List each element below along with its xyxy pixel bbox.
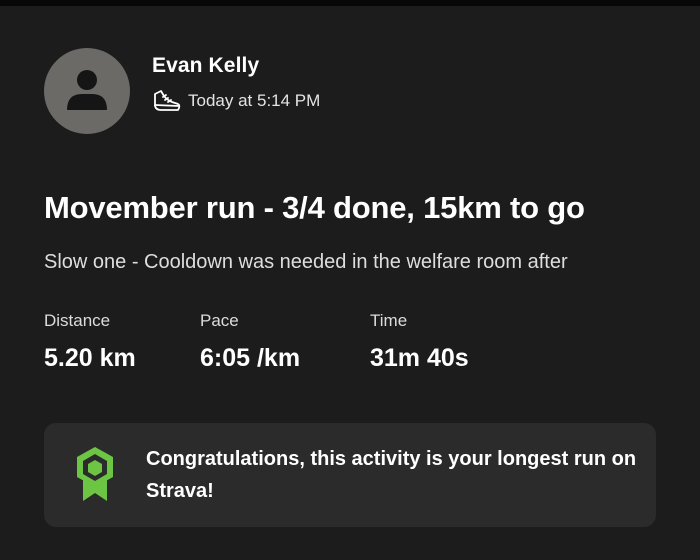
timestamp-row: Today at 5:14 PM	[152, 88, 320, 114]
achievement-text: Congratulations, this activity is your l…	[146, 448, 637, 502]
achievement-banner[interactable]: Congratulations, this activity is your l…	[44, 423, 656, 527]
running-shoe-icon	[152, 88, 182, 114]
stat-value: 5.20 km	[44, 344, 136, 372]
activity-header: Evan Kelly Today at 5:14 PM	[44, 48, 320, 134]
avatar[interactable]	[44, 48, 130, 134]
activity-meta: Evan Kelly Today at 5:14 PM	[152, 52, 320, 114]
activity-title[interactable]: Movember run - 3/4 done, 15km to go	[44, 186, 585, 230]
stat-distance: Distance 5.20 km	[44, 310, 200, 374]
stat-time: Time 31m 40s	[370, 310, 510, 374]
stat-label: Distance	[44, 311, 111, 330]
stat-pace: Pace 6:05 /km	[200, 310, 370, 374]
activity-description: Slow one - Cooldown was needed in the we…	[44, 251, 568, 273]
activity-card: Evan Kelly Today at 5:14 PM Movember run…	[0, 0, 700, 560]
stat-label: Pace	[200, 311, 239, 330]
activity-timestamp: Today at 5:14 PM	[188, 91, 321, 110]
athlete-name[interactable]: Evan Kelly	[152, 52, 320, 80]
user-icon	[67, 70, 107, 110]
activity-stats: Distance 5.20 km Pace 6:05 /km Time 31m …	[44, 310, 510, 374]
stat-value: 31m 40s	[370, 344, 469, 372]
achievement-badge-icon	[74, 445, 116, 505]
stat-label: Time	[370, 311, 408, 330]
stat-value: 6:05 /km	[200, 344, 301, 372]
